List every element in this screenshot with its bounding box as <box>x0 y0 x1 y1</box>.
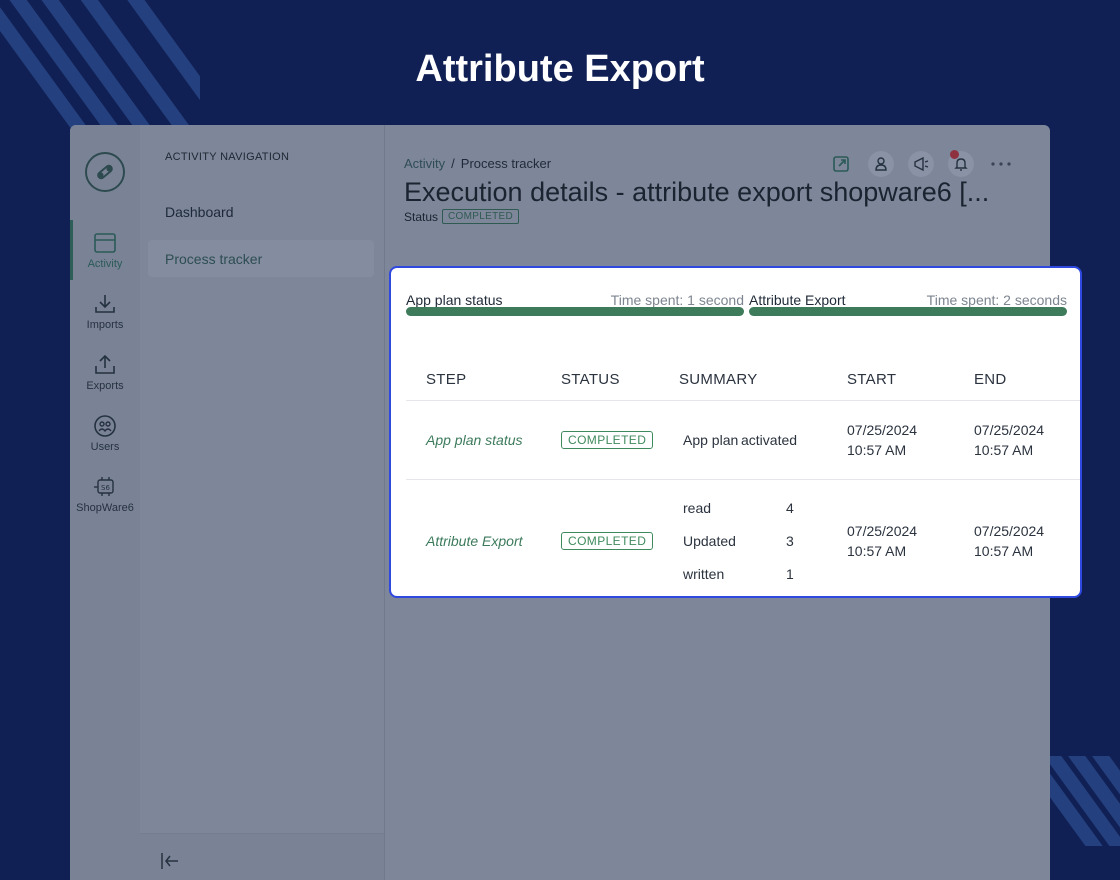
hero-title: Attribute Export <box>415 48 705 90</box>
announcements-button[interactable] <box>905 150 937 178</box>
megaphone-icon <box>914 156 929 172</box>
status-cell: COMPLETED <box>541 400 659 480</box>
execution-details-panel: App plan status Time spent: 1 second Att… <box>389 266 1082 598</box>
rail-item-users[interactable]: Users <box>70 403 140 463</box>
rail-item-shopware6[interactable]: S6 ShopWare6 <box>70 464 140 524</box>
nav-heading: ACTIVITY NAVIGATION <box>165 151 290 163</box>
summary-cell: read 4 Updated 3 written 1 <box>659 480 827 597</box>
status-badge: COMPLETED <box>561 431 654 449</box>
summary-value: 4 <box>786 500 794 516</box>
status-cell: COMPLETED <box>541 480 659 597</box>
more-options-button[interactable] <box>985 150 1017 178</box>
status-badge: COMPLETED <box>561 532 654 550</box>
nav-item-dashboard[interactable]: Dashboard <box>148 193 374 230</box>
notifications-button[interactable] <box>945 150 977 178</box>
table-row: Attribute Export COMPLETED read 4 Update… <box>406 480 1080 597</box>
decorative-stripes-bottom-right <box>1048 756 1120 846</box>
progress-step-name: App plan status <box>406 292 503 308</box>
start-time: 10:57 AM <box>847 442 907 458</box>
page-title: Execution details - attribute export sho… <box>404 177 990 207</box>
summary-key: read <box>683 500 712 516</box>
rail-item-label: ShopWare6 <box>76 501 134 514</box>
summary-cell: App plan activated <box>659 400 827 480</box>
summary-kv: App plan activated <box>683 430 826 450</box>
start-time: 10:57 AM <box>847 543 907 559</box>
status-badge: COMPLETED <box>442 209 519 224</box>
summary-key: Updated <box>683 533 736 549</box>
calendar-window-icon <box>94 232 116 253</box>
table-row: App plan status COMPLETED App plan activ… <box>406 400 1080 480</box>
end-date: 07/25/2024 <box>974 422 1045 438</box>
end-cell: 07/25/2024 10:57 AM <box>954 400 1080 480</box>
start-cell: 07/25/2024 10:57 AM <box>827 480 954 597</box>
summary-key: App plan <box>683 432 739 448</box>
summary-value: 3 <box>786 533 794 549</box>
rail-item-label: Users <box>90 440 120 453</box>
icon-rail: Activity Imports Exports Users S6 ShopWa… <box>70 125 141 880</box>
start-date: 07/25/2024 <box>847 422 918 438</box>
user-profile-button[interactable] <box>865 150 897 178</box>
rail-item-imports[interactable]: Imports <box>70 281 140 341</box>
column-step: STEP <box>406 358 541 401</box>
rail-item-label: Exports <box>86 379 124 392</box>
download-icon <box>95 294 115 313</box>
column-start: START <box>827 358 954 401</box>
breadcrumb-activity[interactable]: Activity <box>404 156 445 171</box>
end-time: 10:57 AM <box>974 543 1034 559</box>
users-icon <box>94 414 116 437</box>
rail-item-activity[interactable]: Activity <box>70 220 140 280</box>
steps-table: STEP STATUS SUMMARY START END App plan s… <box>406 358 1080 597</box>
step-name[interactable]: Attribute Export <box>406 480 541 597</box>
summary-kv: read 4 Updated 3 written 1 <box>683 498 826 584</box>
column-status: STATUS <box>541 358 659 401</box>
progress-bar-app-plan-status: App plan status Time spent: 1 second <box>406 292 744 316</box>
more-dots-icon <box>991 162 1011 166</box>
upload-icon <box>95 354 115 374</box>
progress-time-spent: Time spent: 1 second <box>610 292 744 308</box>
rail-item-exports[interactable]: Exports <box>70 342 140 402</box>
progress-bar-attribute-export: Attribute Export Time spent: 2 seconds <box>749 292 1067 316</box>
collapse-sidebar-icon[interactable] <box>160 852 180 870</box>
header-actions <box>825 150 1017 178</box>
breadcrumb: Activity / Process tracker <box>404 156 551 171</box>
start-date: 07/25/2024 <box>847 523 918 539</box>
summary-value: 1 <box>786 566 794 582</box>
nav-item-process-tracker[interactable]: Process tracker <box>148 240 374 277</box>
svg-text:S6: S6 <box>101 484 110 492</box>
progress-fill <box>406 307 744 316</box>
shopware-icon: S6 <box>94 476 114 496</box>
activity-navigation: ACTIVITY NAVIGATION Dashboard Process tr… <box>140 125 385 880</box>
summary-value: activated <box>741 432 798 448</box>
column-summary: SUMMARY <box>659 358 827 401</box>
end-time: 10:57 AM <box>974 442 1034 458</box>
end-cell: 07/25/2024 10:57 AM <box>954 480 1080 597</box>
status-label: Status <box>404 209 439 224</box>
end-date: 07/25/2024 <box>974 523 1045 539</box>
nav-footer <box>140 833 384 880</box>
rail-item-label: Activity <box>87 257 123 270</box>
external-link-icon <box>833 156 849 172</box>
user-icon <box>875 157 887 171</box>
step-name[interactable]: App plan status <box>406 400 541 480</box>
summary-key: written <box>683 566 725 582</box>
breadcrumb-separator: / <box>451 156 455 171</box>
column-end: END <box>954 358 1080 401</box>
notification-dot <box>950 150 959 159</box>
progress-step-name: Attribute Export <box>749 292 846 308</box>
page-status: Status COMPLETED <box>404 209 519 224</box>
progress-fill <box>749 307 1067 316</box>
open-external-button[interactable] <box>825 150 857 178</box>
table-header-row: STEP STATUS SUMMARY START END <box>406 358 1080 401</box>
rail-item-label: Imports <box>86 318 124 331</box>
progress-time-spent: Time spent: 2 seconds <box>926 292 1067 308</box>
app-logo-icon[interactable] <box>85 152 125 192</box>
breadcrumb-current: Process tracker <box>460 156 552 171</box>
start-cell: 07/25/2024 10:57 AM <box>827 400 954 480</box>
